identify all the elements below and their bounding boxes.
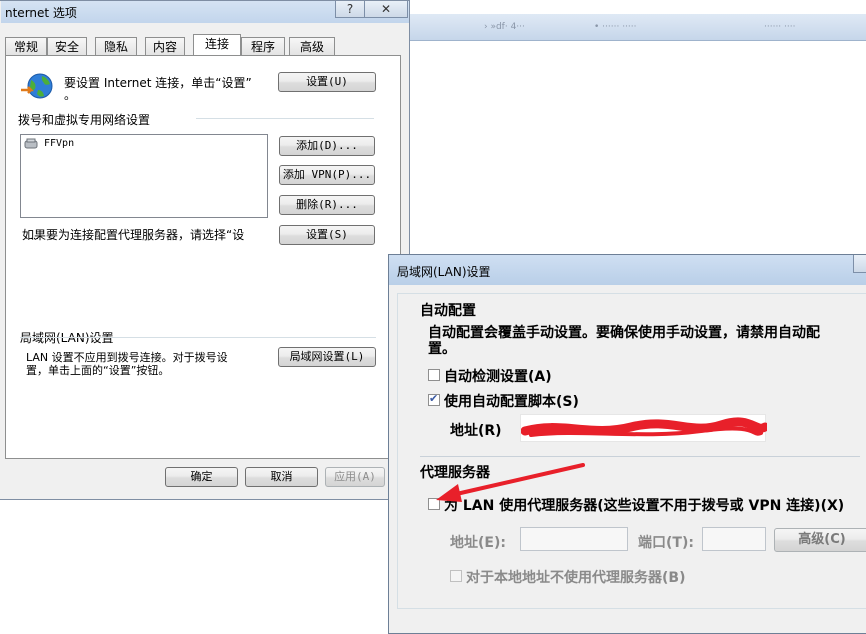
proxy-hint: 如果要为连接配置代理服务器，请选择“设	[22, 228, 245, 242]
add-vpn-button[interactable]: 添加 VPN(P)...	[279, 165, 375, 185]
ok-button[interactable]: 确定	[165, 467, 238, 487]
proxy-port-label: 端口(T):	[638, 535, 694, 551]
setup-description: 要设置 Internet 连接，单击“设置”	[64, 76, 252, 90]
lan-description-cont: 置，单击上面的“设置”按钮。	[26, 364, 170, 377]
advanced-button[interactable]: 高级(C)	[774, 528, 866, 552]
apply-button[interactable]: 应用(A)	[325, 467, 385, 487]
use-script-checkbox[interactable]	[428, 392, 440, 406]
script-address-input[interactable]	[520, 414, 767, 442]
close-button[interactable]	[853, 255, 866, 273]
use-proxy-checkbox[interactable]	[428, 498, 440, 510]
auto-config-description: 自动配置会覆盖手动设置。要确保使用手动设置，请禁用自动配	[428, 325, 820, 341]
lan-settings-group: 自动配置 自动配置会覆盖手动设置。要确保使用手动设置，请禁用自动配 置。 自动检…	[397, 293, 866, 609]
proxy-hint-cont: …	[30, 232, 39, 242]
tab-advanced[interactable]: 高级	[289, 37, 335, 55]
tab-programs[interactable]: 程序	[241, 37, 285, 55]
tab-content[interactable]: 内容	[145, 37, 185, 55]
bypass-local-checkbox[interactable]	[450, 570, 462, 582]
browser-tab[interactable]: • ······ ·····	[586, 18, 645, 36]
globe-network-icon	[21, 73, 53, 99]
connection-name: FFVpn	[44, 138, 75, 149]
close-button[interactable]: ✕	[364, 1, 408, 18]
script-address-label: 地址(R)	[450, 423, 502, 439]
tab-strip: 常规 安全 隐私 内容 连接 程序 高级	[5, 34, 405, 55]
browser-tab-strip: › »df· 4··· • ······ ····· ······ ····	[406, 14, 866, 41]
remove-button[interactable]: 删除(R)...	[279, 195, 375, 215]
settings-button[interactable]: 设置(S)	[279, 225, 375, 245]
lan-dialog-title-bar[interactable]: 局域网(LAN)设置	[389, 255, 866, 285]
divider	[20, 337, 376, 338]
tab-security[interactable]: 安全	[47, 37, 87, 55]
dialup-heading: 拨号和虚拟专用网络设置	[18, 113, 151, 127]
divider	[196, 118, 374, 119]
tab-general[interactable]: 常规	[5, 37, 47, 55]
auto-config-description-cont: 置。	[428, 341, 456, 357]
proxy-address-label: 地址(E):	[450, 535, 506, 551]
auto-detect-label[interactable]: 自动检测设置(A)	[444, 366, 552, 386]
setup-button[interactable]: 设置(U)	[278, 72, 376, 92]
divider	[420, 456, 860, 457]
use-script-label[interactable]: 使用自动配置脚本(S)	[444, 391, 579, 411]
bypass-local-label[interactable]: 对于本地地址不使用代理服务器(B)	[466, 567, 685, 587]
dialog-title-bar[interactable]: nternet 选项 ? ✕	[1, 1, 409, 23]
proxy-port-input[interactable]	[702, 527, 766, 551]
lan-dialog-title: 局域网(LAN)设置	[397, 265, 491, 279]
connections-list[interactable]: FFVpn	[20, 134, 268, 218]
tab-privacy[interactable]: 隐私	[95, 37, 137, 55]
auto-config-heading: 自动配置	[420, 303, 476, 319]
internet-options-dialog: nternet 选项 ? ✕ 常规 安全 隐私 内容 连接 程序 高级 要设置 …	[0, 0, 410, 500]
use-proxy-label[interactable]: 为 LAN 使用代理服务器(这些设置不用于拨号或 VPN 连接)(X)	[444, 495, 844, 515]
help-button[interactable]: ?	[335, 1, 365, 18]
redaction-scribble	[521, 417, 767, 437]
dialog-title: nternet 选项	[5, 6, 77, 20]
setup-description-cont: 。	[64, 88, 77, 102]
tab-connections[interactable]: 连接	[193, 34, 241, 55]
connections-panel: 要设置 Internet 连接，单击“设置” 。 设置(U) 拨号和虚拟专用网络…	[5, 55, 401, 459]
browser-tab[interactable]: › »df· 4···	[476, 18, 533, 36]
add-button[interactable]: 添加(D)...	[279, 136, 375, 156]
cancel-button[interactable]: 取消	[245, 467, 318, 487]
lan-settings-dialog: 局域网(LAN)设置 自动配置 自动配置会覆盖手动设置。要确保使用手动设置，请禁…	[388, 254, 866, 634]
dialup-connection-icon	[24, 138, 38, 149]
browser-tab[interactable]: ······ ····	[756, 18, 803, 36]
auto-detect-checkbox[interactable]	[428, 369, 440, 381]
proxy-address-input[interactable]	[520, 527, 628, 551]
proxy-heading: 代理服务器	[420, 465, 490, 481]
lan-settings-button[interactable]: 局域网设置(L)	[278, 347, 376, 367]
